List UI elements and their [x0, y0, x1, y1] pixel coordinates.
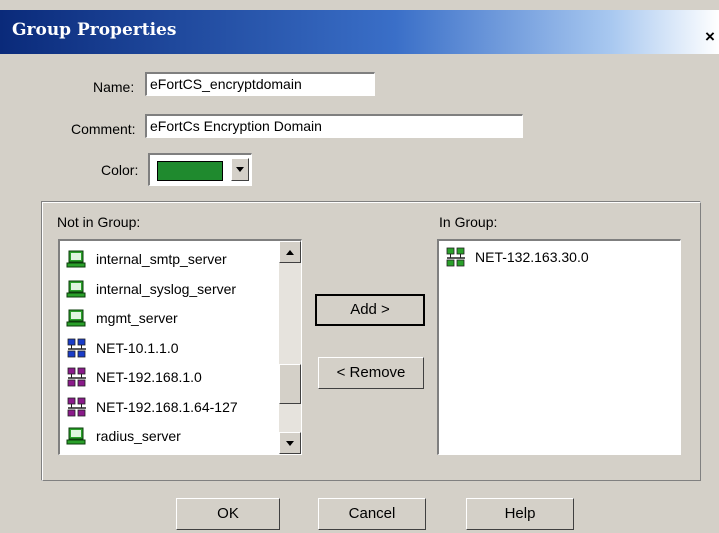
in-group-label: In Group: — [439, 214, 498, 230]
in-group-list[interactable]: NET-132.163.30.0 — [437, 239, 681, 455]
list-item-label: mgmt_server — [96, 310, 178, 326]
server-icon — [66, 279, 96, 299]
network-icon — [66, 367, 96, 387]
color-label: Color: — [101, 162, 139, 178]
window-title: Group Properties — [12, 20, 177, 40]
list-item-label: NET-10.1.1.0 — [96, 339, 179, 356]
list-item[interactable]: NET-192.168.1.64-127 — [66, 395, 238, 419]
ok-button[interactable]: OK — [176, 498, 280, 530]
list-item[interactable]: radius_server — [66, 424, 181, 448]
network-icon — [445, 247, 475, 267]
chevron-down-icon — [236, 167, 244, 172]
close-button[interactable]: × — [701, 26, 719, 48]
list-item[interactable]: internal_syslog_server — [66, 277, 236, 301]
add-button[interactable]: Add > — [315, 294, 425, 326]
scroll-down-button[interactable] — [279, 432, 301, 454]
network-icon — [66, 397, 96, 417]
list-item[interactable]: mgmt_server — [66, 306, 178, 330]
list-item-label: radius_server — [96, 428, 181, 444]
color-swatch — [157, 161, 223, 181]
comment-field[interactable]: eFortCs Encryption Domain — [145, 114, 523, 138]
scroll-up-button[interactable] — [279, 241, 301, 263]
arrow-down-icon — [286, 441, 294, 446]
server-icon — [66, 308, 96, 328]
list-item-label: internal_smtp_server — [96, 251, 227, 267]
server-icon — [66, 249, 96, 269]
list-item-label: internal_syslog_server — [96, 280, 237, 297]
color-combo[interactable] — [148, 153, 252, 186]
comment-label: Comment: — [71, 121, 136, 137]
arrow-up-icon — [286, 250, 294, 255]
name-field[interactable]: eFortCS_encryptdomain — [145, 72, 375, 96]
list-item[interactable]: NET-192.168.1.0 — [66, 365, 202, 389]
cancel-button[interactable]: Cancel — [318, 498, 426, 530]
not-in-group-label: Not in Group: — [57, 214, 141, 230]
network-icon — [66, 338, 96, 358]
list-item-label: NET-192.168.1.0 — [96, 369, 202, 385]
list-item-label: NET-132.163.30.0 — [475, 249, 589, 265]
list-item[interactable]: internal_smtp_server — [66, 247, 227, 271]
not-in-group-list[interactable]: internal_smtp_server internal_syslog_serv… — [58, 239, 302, 455]
vertical-scrollbar[interactable] — [279, 241, 301, 454]
title-bar: Group Properties × — [0, 10, 719, 54]
remove-button[interactable]: < Remove — [318, 357, 424, 389]
color-dropdown-button[interactable] — [231, 158, 249, 181]
server-icon — [66, 426, 96, 446]
help-button[interactable]: Help — [466, 498, 574, 530]
name-label: Name: — [93, 79, 135, 95]
list-item-label: NET-192.168.1.64-127 — [96, 398, 238, 415]
list-item[interactable]: NET-10.1.1.0 — [66, 336, 179, 360]
list-item[interactable]: NET-132.163.30.0 — [445, 245, 589, 269]
scroll-thumb[interactable] — [279, 364, 301, 404]
